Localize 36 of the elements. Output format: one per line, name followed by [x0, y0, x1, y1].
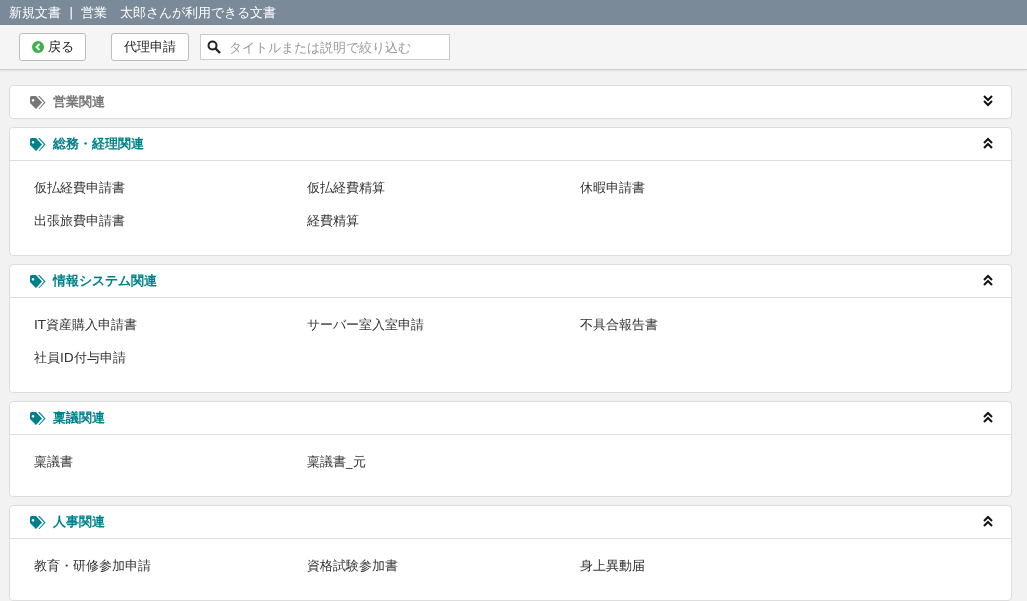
tag-icon — [30, 515, 47, 529]
collapse-icon[interactable] — [983, 273, 993, 286]
collapse-icon[interactable] — [983, 514, 993, 527]
category-title[interactable]: 情報システム関連 — [53, 272, 977, 290]
proxy-request-button[interactable]: 代理申請 — [111, 33, 189, 61]
document-link[interactable]: サーバー室入室申請 — [307, 315, 424, 334]
document-link[interactable]: 資格試験参加書 — [307, 556, 398, 575]
category-title[interactable]: 総務・経理関連 — [53, 135, 977, 153]
search-field[interactable]: タイトルまたは説明で絞り込む — [200, 34, 450, 60]
expand-icon[interactable] — [983, 94, 993, 107]
document-link[interactable]: 仮払経費申請書 — [34, 178, 125, 197]
tag-icon — [30, 274, 47, 288]
document-link[interactable]: 仮払経費精算 — [307, 178, 385, 197]
document-link[interactable]: 稟議書 — [34, 452, 73, 471]
document-link[interactable]: 社員ID付与申請 — [34, 348, 126, 367]
category-title[interactable]: 稟議関連 — [53, 409, 977, 427]
window-subtitle: 営業 太郎さんが利用できる文書 — [81, 3, 277, 22]
tag-icon — [30, 137, 47, 151]
collapse-icon[interactable] — [983, 410, 993, 423]
category-title[interactable]: 営業関連 — [53, 93, 977, 111]
tag-icon — [30, 411, 47, 425]
title-separator: | — [69, 5, 74, 20]
window-title: 新規文書 — [9, 3, 61, 22]
document-link[interactable]: 身上異動届 — [580, 556, 645, 575]
document-link[interactable]: 休暇申請書 — [580, 178, 645, 197]
collapse-icon[interactable] — [983, 136, 993, 149]
tag-icon — [30, 95, 47, 109]
document-link[interactable]: 稟議書_元 — [307, 452, 366, 471]
document-link[interactable]: 教育・研修参加申請 — [34, 556, 151, 575]
document-link[interactable]: 不具合報告書 — [580, 315, 658, 334]
category-title[interactable]: 人事関連 — [53, 513, 977, 531]
document-link[interactable]: IT資産購入申請書 — [34, 315, 137, 334]
document-link[interactable]: 経費精算 — [307, 211, 359, 230]
back-button[interactable]: 戻る — [19, 33, 86, 61]
search-icon — [207, 40, 221, 54]
document-link[interactable]: 出張旅費申請書 — [34, 211, 125, 230]
